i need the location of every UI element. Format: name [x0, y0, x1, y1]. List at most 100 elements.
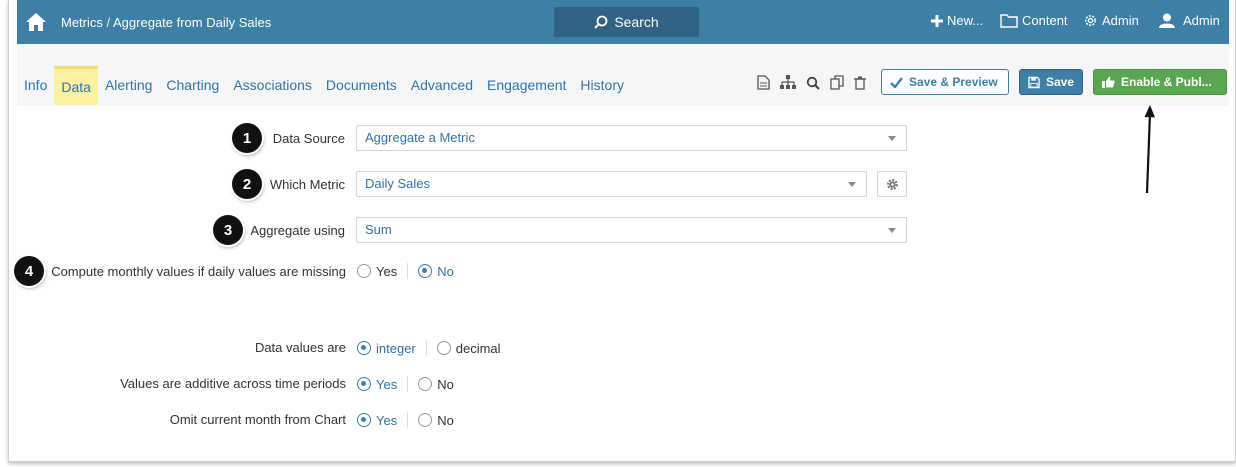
compute-monthly-radio-group: Yes No: [357, 263, 454, 279]
copy-icon[interactable]: [830, 75, 844, 90]
aggregate-using-select[interactable]: Sum: [356, 217, 907, 243]
editor-toolbar: Info Data Alerting Charting Associations…: [17, 44, 1229, 106]
omit-current-month-radio-group: Yes No: [357, 412, 454, 428]
which-metric-label: Which Metric: [269, 177, 345, 192]
data-source-value: Aggregate a Metric: [365, 130, 475, 145]
radio-divider: [407, 263, 409, 279]
radio-label: No: [437, 376, 454, 392]
breadcrumb-separator: /: [102, 15, 114, 30]
data-values-integer-radio[interactable]: integer: [357, 341, 416, 356]
radio-label: decimal: [455, 340, 501, 356]
content-menu[interactable]: Content: [1000, 13, 1068, 28]
additive-no-radio[interactable]: No: [418, 377, 454, 392]
check-icon: [890, 76, 903, 88]
step-badge-3: 3: [213, 215, 243, 245]
user-label: Admin: [1183, 13, 1220, 28]
omit-current-month-yes-radio[interactable]: Yes: [357, 413, 397, 428]
omit-current-month-no-radio[interactable]: No: [418, 413, 454, 428]
additive-radio-group: Yes No: [357, 376, 454, 392]
tab-engagement[interactable]: Engagement: [480, 66, 573, 105]
data-values-label: Data values are: [254, 340, 346, 355]
tab-charting[interactable]: Charting: [159, 66, 226, 105]
save-button[interactable]: Save: [1019, 69, 1083, 95]
user-menu[interactable]: Admin: [1159, 13, 1220, 28]
enable-publish-button[interactable]: Enable & Publ...: [1093, 69, 1227, 95]
chevron-down-icon: [888, 136, 896, 141]
chevron-down-icon: [848, 182, 856, 187]
radio-divider: [425, 340, 427, 356]
tab-bar: Info Data Alerting Charting Associations…: [17, 66, 631, 105]
trash-icon[interactable]: [854, 76, 866, 90]
which-metric-select[interactable]: Daily Sales: [356, 171, 867, 197]
aggregate-using-label: Aggregate using: [250, 223, 345, 238]
radio-label: Yes: [376, 376, 398, 392]
breadcrumb-metrics-link[interactable]: Metrics: [61, 15, 103, 30]
data-values-decimal-radio[interactable]: decimal: [436, 340, 501, 356]
metric-settings-button[interactable]: [877, 171, 907, 197]
annotation-arrow-icon: [1144, 105, 1155, 194]
tab-associations[interactable]: Associations: [226, 66, 319, 105]
radio-circle: [418, 377, 433, 391]
user-icon: [1159, 13, 1175, 28]
save-preview-label: Save & Preview: [909, 75, 998, 89]
tab-info[interactable]: Info: [17, 66, 54, 105]
step-badge-4: 4: [14, 256, 44, 286]
additive-yes-radio[interactable]: Yes: [357, 377, 397, 392]
floppy-icon: [1028, 76, 1040, 88]
search-label: Search: [614, 14, 659, 30]
radio-circle: [418, 413, 433, 427]
step-badge-2: 2: [232, 169, 262, 199]
document-icon[interactable]: [757, 75, 770, 90]
omit-current-month-label: Omit current month from Chart: [169, 412, 346, 427]
save-label: Save: [1045, 75, 1074, 89]
folder-icon: [1000, 13, 1018, 28]
tab-alerting[interactable]: Alerting: [98, 66, 159, 105]
radio-label: No: [437, 263, 454, 279]
hierarchy-icon[interactable]: [780, 75, 796, 90]
enable-publish-label: Enable & Publ...: [1121, 75, 1212, 89]
tab-history[interactable]: History: [573, 66, 631, 105]
radio-label: integer: [376, 340, 416, 356]
data-values-radio-group: integer decimal: [357, 340, 501, 356]
thumbs-up-icon: [1102, 76, 1115, 88]
radio-circle: [357, 377, 371, 391]
admin-menu[interactable]: Admin: [1083, 13, 1139, 28]
top-navbar: Metrics / Aggregate from Daily Sales Sea…: [17, 0, 1229, 44]
radio-circle: [357, 413, 371, 427]
tab-data[interactable]: Data: [54, 66, 98, 105]
search-button[interactable]: Search: [554, 7, 699, 37]
additive-label: Values are additive across time periods: [120, 376, 346, 391]
data-source-select[interactable]: Aggregate a Metric: [356, 125, 907, 151]
tool-icons: [757, 75, 866, 90]
gear-icon: [1085, 15, 1096, 26]
compute-monthly-yes-radio[interactable]: Yes: [357, 264, 397, 279]
radio-circle: [436, 341, 451, 355]
new-menu[interactable]: New...: [931, 13, 983, 28]
data-source-label: Data Source: [272, 131, 345, 146]
aggregate-using-value: Sum: [365, 222, 392, 237]
breadcrumb-current: Aggregate from Daily Sales: [113, 15, 272, 30]
compute-monthly-no-radio[interactable]: No: [418, 264, 454, 279]
admin-label: Admin: [1102, 13, 1139, 28]
radio-circle: [357, 264, 371, 278]
radio-circle: [357, 341, 371, 355]
tab-advanced[interactable]: Advanced: [404, 66, 480, 105]
home-icon[interactable]: [25, 12, 47, 32]
compute-monthly-label: Compute monthly values if daily values a…: [51, 264, 346, 279]
radio-divider: [407, 412, 409, 428]
magnify-icon[interactable]: [806, 76, 820, 90]
breadcrumb: Metrics / Aggregate from Daily Sales: [61, 15, 271, 30]
search-icon: [594, 15, 608, 29]
radio-label: Yes: [376, 412, 398, 428]
step-badge-1: 1: [232, 123, 262, 153]
radio-circle: [418, 264, 433, 278]
chevron-down-icon: [888, 228, 896, 233]
content-label: Content: [1022, 13, 1068, 28]
radio-divider: [407, 376, 409, 392]
plus-icon: [931, 14, 943, 27]
radio-label: Yes: [376, 263, 398, 279]
save-preview-button[interactable]: Save & Preview: [881, 69, 1009, 95]
gear-icon: [886, 178, 898, 190]
tab-documents[interactable]: Documents: [319, 66, 404, 105]
radio-label: No: [437, 412, 454, 428]
